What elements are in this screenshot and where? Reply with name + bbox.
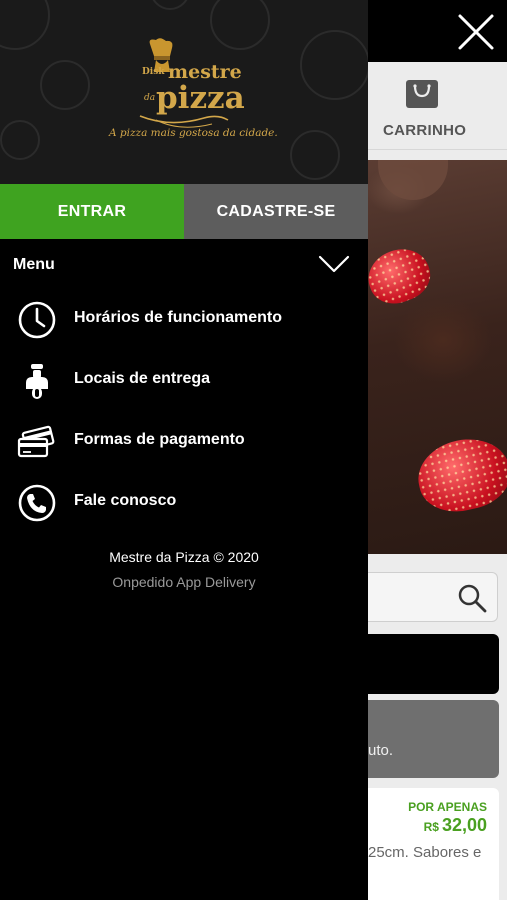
menu-item-contact[interactable]: Fale conosco	[0, 478, 368, 528]
currency-symbol: R$	[423, 820, 439, 834]
side-drawer: Disk mestre da pizza A pizza mais gostos…	[0, 0, 368, 900]
login-button[interactable]: ENTRAR	[0, 184, 184, 239]
logo-disk-text: Disk	[142, 67, 165, 77]
scooter-icon	[26, 364, 48, 399]
signup-button[interactable]: CADASTRE-SE	[184, 184, 368, 239]
shopping-bag-icon	[406, 80, 438, 108]
chevron-down-icon[interactable]	[318, 254, 350, 274]
price-value: 32,00	[441, 815, 487, 835]
product-description: 25cm. Sabores e	[368, 844, 482, 861]
copyright-text: Mestre da Pizza © 2020	[109, 549, 259, 565]
cart-label: CARRINHO	[383, 122, 467, 139]
cart-tab[interactable]: CARRINHO	[368, 62, 507, 150]
category-bar[interactable]	[368, 634, 499, 694]
menu-item-hours[interactable]: Horários de funcionamento	[0, 295, 368, 345]
drawer-header: Disk mestre da pizza A pizza mais gostos…	[0, 0, 368, 184]
product-price: R$ 32,00	[424, 815, 487, 836]
price-prefix: POR APENAS	[408, 800, 487, 814]
search-field[interactable]	[368, 572, 498, 622]
auth-buttons: ENTRAR CADASTRE-SE	[0, 184, 368, 239]
logo-da-text: da	[144, 93, 155, 103]
menu-item-payment[interactable]: Formas de pagamento	[0, 417, 368, 467]
menu-toggle[interactable]: Menu	[0, 239, 368, 289]
phone-icon	[18, 484, 56, 522]
menu-item-label: Formas de pagamento	[74, 431, 245, 448]
logo-tagline: A pizza mais gostosa da cidade.	[109, 127, 278, 139]
promo-banner-image[interactable]	[368, 160, 507, 554]
notice-box: uto.	[368, 700, 499, 778]
menu-item-label: Fale conosco	[74, 492, 177, 509]
menu-title: Menu	[13, 256, 55, 273]
powered-by-link[interactable]: Onpedido App Delivery	[0, 574, 368, 590]
product-card[interactable]: POR APENAS R$ 32,00 25cm. Sabores e	[368, 788, 499, 900]
clock-icon	[18, 301, 56, 339]
cards-icon	[17, 425, 55, 458]
notice-text: uto.	[368, 742, 394, 759]
menu-item-label: Horários de funcionamento	[74, 309, 283, 326]
search-icon[interactable]	[457, 583, 487, 613]
close-icon[interactable]	[452, 8, 500, 56]
logo-pizza-text: pizza	[156, 80, 245, 116]
menu-item-label: Locais de entrega	[74, 370, 211, 387]
menu-item-delivery[interactable]: Locais de entrega	[0, 356, 368, 406]
background-app: CARRINHO uto. POR APENAS R$ 32,00 25cm. S…	[368, 0, 507, 900]
